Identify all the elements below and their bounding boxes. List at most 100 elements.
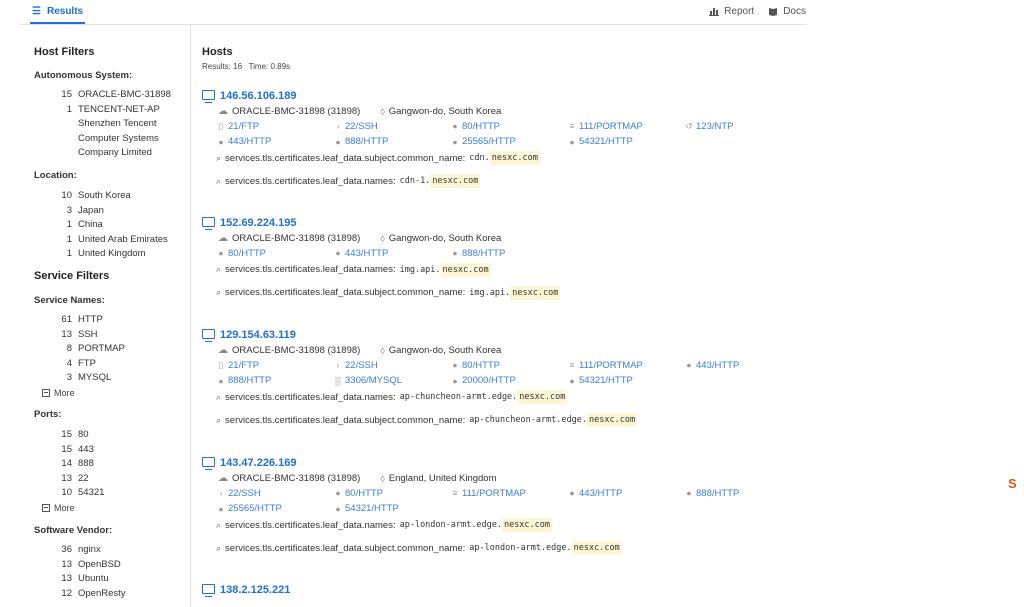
monitor-icon [202,584,215,597]
service-link[interactable]: ● 80/HTTP [450,358,567,373]
service-link[interactable]: ≡ 111/PORTMAP [450,486,567,501]
filter-item[interactable]: 3 MYSQL [34,371,184,386]
filter-item[interactable]: 36 nginx [34,543,184,558]
host-asn[interactable]: ORACLE-BMC-31898 (31898) [232,345,360,356]
service-link[interactable]: ● 80/HTTP [333,486,450,501]
service-link[interactable]: ▯ 21/FTP [216,119,333,134]
software-vendor-list: 36 nginx 13 OpenBSD 13 Ubuntu 12 OpenResty [34,543,184,601]
match-field: services.tls.certificates.leaf_data.name… [225,519,396,531]
host-location[interactable]: England, United Kingdom [389,473,497,484]
service-link[interactable]: ↺ 123/NTP [684,119,801,134]
service-link[interactable]: ▒ 3306/MYSQL [333,374,450,389]
report-label: Report [724,6,755,17]
filter-item[interactable]: 10 54321 [34,486,184,501]
host-asn[interactable]: ORACLE-BMC-31898 (31898) [232,233,360,244]
filter-item[interactable]: 1 TENCENT-NET-AP [34,103,184,118]
host-ip-link[interactable]: 129.154.63.119 [202,327,802,343]
match-highlight: nesxc.com [440,262,491,277]
filter-item[interactable]: 1 China [34,218,184,233]
service-filters-heading: Service Filters [34,270,110,282]
service-list: ▯ 21/FTP › 22/SSH ● 80/HTTP ≡ 111/PORTMAP ● 443/H… [216,358,802,388]
tab-results[interactable]: ☰ Results [30,0,86,24]
host-ip-link[interactable]: 152.69.224.195 [202,215,802,231]
service-link[interactable]: ● 25565/HTTP [216,502,333,517]
service-link[interactable]: › 22/SSH [333,358,450,373]
search-icon: ⌕ [216,542,222,553]
match-field: services.tls.certificates.leaf_data.name… [225,391,396,403]
map-pin-icon: ◊ [380,106,385,117]
host-location[interactable]: Gangwon-do, South Korea [389,106,502,117]
service-link[interactable]: ▯ 21/FTP [216,358,333,373]
filter-item[interactable]: 1 United Kingdom [34,247,184,262]
service-link[interactable]: ● 20000/HTTP [450,374,567,389]
report-link[interactable]: Report [709,6,754,17]
service-list: ▯ 21/FTP › 22/SSH ● 80/HTTP ≡ 111/PORTMAP ↺ 123/N… [216,119,802,149]
service-link[interactable]: ≡ 111/PORTMAP [567,358,684,373]
service-link[interactable]: ● 54321/HTTP [333,502,450,517]
host-asn[interactable]: ORACLE-BMC-31898 (31898) [232,473,360,484]
filter-item[interactable]: 12 OpenResty [34,587,184,602]
filter-item[interactable]: 3 Japan [34,204,184,219]
search-icon: ⌕ [216,287,222,297]
service-link[interactable]: ● 54321/HTTP [567,135,684,150]
host-ip-link[interactable]: 138.2.125.221 [202,582,802,598]
service-link[interactable]: ● 25565/HTTP [450,135,567,150]
service-link[interactable]: ● 443/HTTP [684,358,801,373]
host-ip-link[interactable]: 143.47.226.169 [202,455,802,471]
filter-item[interactable]: 13 Ubuntu [34,572,184,587]
service-link[interactable]: ≡ 111/PORTMAP [567,119,684,134]
service-link[interactable]: ● 54321/HTTP [567,374,684,389]
filter-item[interactable]: 13 SSH [34,328,184,343]
service-link[interactable]: ● 888/HTTP [450,246,567,261]
host-ip: 146.56.106.189 [220,90,297,102]
docs-link[interactable]: Docs [768,6,806,17]
filter-item[interactable]: 15 443 [34,443,184,458]
portmap-icon: ≡ [569,121,575,132]
filter-item[interactable]: 10 South Korea [34,189,184,204]
filter-item[interactable]: 13 OpenBSD [34,558,184,573]
service-link[interactable]: ● 80/HTTP [450,119,567,134]
filter-item[interactable]: 8 PORTMAP [34,342,184,357]
filter-item[interactable]: Computer Systems [34,132,184,147]
service-link[interactable]: ● 888/HTTP [684,486,801,501]
filter-item[interactable]: 4 FTP [34,357,184,372]
globe-icon: ● [686,360,692,371]
filter-item[interactable]: 13 22 [34,472,184,487]
ports-more-button[interactable]: More [42,503,75,513]
cloud-icon: ☁ [218,106,228,117]
portmap-icon: ≡ [452,488,458,499]
service-link[interactable]: › 22/SSH [333,119,450,134]
globe-icon: ● [452,136,458,147]
host-result: 146.56.106.189 ☁ ORACLE-BMC-31898 (31898) ◊… [202,88,802,190]
service-link[interactable]: › 22/SSH [216,486,333,501]
filter-item[interactable]: 61 HTTP [34,313,184,328]
map-pin-icon: ◊ [380,233,385,244]
filter-item[interactable]: Shenzhen Tencent [34,117,184,132]
service-names-more-button[interactable]: More [42,388,75,398]
filter-item[interactable]: 14 888 [34,457,184,472]
match-highlight: nesxc.com [510,285,561,300]
filter-item[interactable]: 15 80 [34,428,184,443]
host-ip: 129.154.63.119 [220,329,296,341]
software-vendor-title: Software Vendor: [34,525,113,536]
service-link[interactable]: ● 443/HTTP [216,135,333,150]
service-list: ● 80/HTTP ● 443/HTTP ● 888/HTTP [216,246,802,261]
match-field: services.tls.certificates.leaf_data.name… [225,264,396,275]
service-link[interactable]: ● 80/HTTP [216,246,333,261]
host-asn[interactable]: ORACLE-BMC-31898 (31898) [232,106,360,117]
host-location[interactable]: Gangwon-do, South Korea [389,345,502,356]
docs-label: Docs [783,6,806,17]
globe-icon: ● [452,375,458,386]
service-link[interactable]: ● 888/HTTP [216,374,333,389]
host-location[interactable]: Gangwon-do, South Korea [389,233,502,244]
filter-item[interactable]: 15 ORACLE-BMC-31898 [34,88,184,103]
search-icon: ⌕ [216,152,222,163]
service-names-title: Service Names: [34,295,105,306]
host-ip-link[interactable]: 146.56.106.189 [202,88,802,104]
floating-logo-icon[interactable]: S [1008,476,1022,491]
service-link[interactable]: ● 888/HTTP [333,135,450,150]
service-link[interactable]: ● 443/HTTP [333,246,450,261]
service-link[interactable]: ● 443/HTTP [567,486,684,501]
filter-item[interactable]: 1 United Arab Emirates [34,233,184,248]
filter-item[interactable]: Company Limited [34,146,184,161]
